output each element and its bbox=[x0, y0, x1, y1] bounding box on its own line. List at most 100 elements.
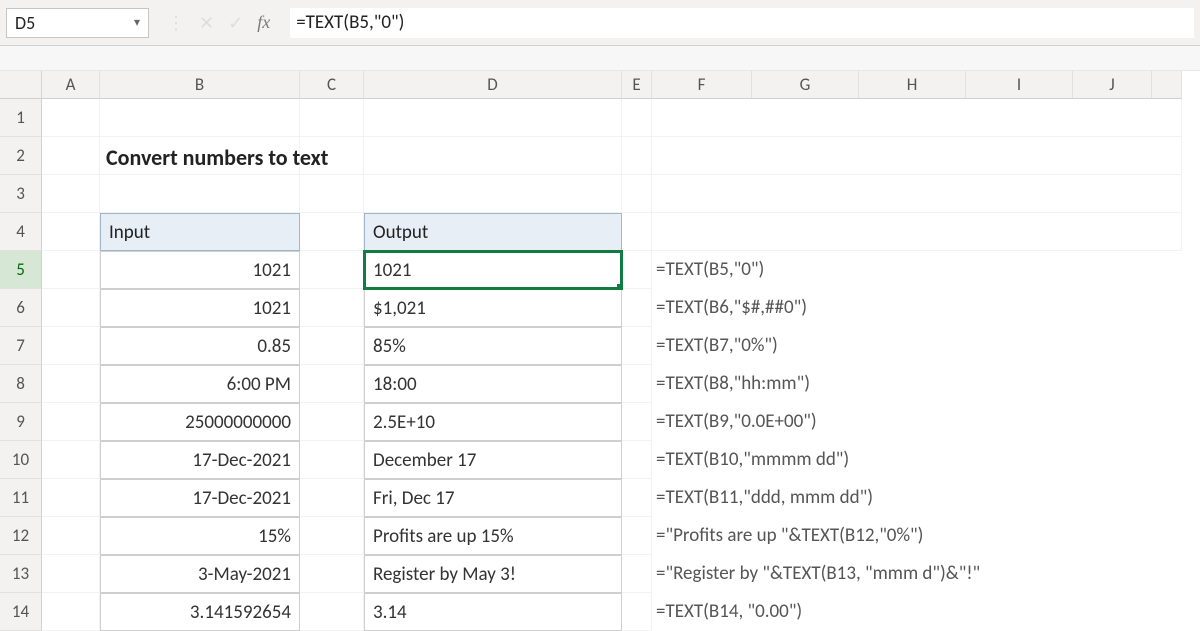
cancel-icon[interactable]: ✕ bbox=[199, 12, 214, 34]
cell[interactable] bbox=[42, 555, 100, 593]
cell[interactable] bbox=[622, 593, 652, 631]
table-cell-output[interactable]: Profits are up 15% bbox=[364, 517, 622, 555]
cell[interactable] bbox=[300, 593, 364, 631]
col-header[interactable]: I bbox=[966, 71, 1073, 98]
cell[interactable] bbox=[364, 137, 622, 175]
table-cell-input[interactable]: 25000000000 bbox=[100, 403, 300, 441]
cell[interactable] bbox=[300, 555, 364, 593]
cell[interactable] bbox=[622, 555, 652, 593]
chevron-down-icon[interactable]: ▾ bbox=[134, 15, 140, 30]
row-header[interactable]: 4 bbox=[0, 213, 42, 251]
cell[interactable] bbox=[364, 99, 622, 137]
row-header[interactable]: 7 bbox=[0, 327, 42, 365]
cell[interactable] bbox=[300, 99, 364, 137]
formula-text[interactable]: =TEXT(B10,"mmmm dd") bbox=[652, 441, 1182, 479]
cell[interactable] bbox=[300, 327, 364, 365]
col-header[interactable]: G bbox=[752, 71, 859, 98]
cell[interactable] bbox=[652, 99, 1182, 137]
table-cell-input[interactable]: 1021 bbox=[100, 289, 300, 327]
row-header[interactable]: 6 bbox=[0, 289, 42, 327]
cell[interactable] bbox=[300, 251, 364, 289]
cell[interactable] bbox=[622, 327, 652, 365]
formula-input[interactable] bbox=[290, 8, 1194, 38]
table-cell-output[interactable]: Fri, Dec 17 bbox=[364, 479, 622, 517]
cell[interactable] bbox=[100, 99, 300, 137]
table-cell-output[interactable]: Register by May 3! bbox=[364, 555, 622, 593]
cell[interactable] bbox=[300, 403, 364, 441]
cell[interactable] bbox=[652, 175, 1182, 213]
cell[interactable] bbox=[42, 593, 100, 631]
table-cell-input[interactable]: 3.141592654 bbox=[100, 593, 300, 631]
table-cell-input[interactable]: 15% bbox=[100, 517, 300, 555]
row-header[interactable]: 14 bbox=[0, 593, 42, 631]
table-cell-input[interactable]: 17-Dec-2021 bbox=[100, 479, 300, 517]
formula-text[interactable]: ="Profits are up "&TEXT(B12,"0%") bbox=[652, 517, 1182, 555]
row-header[interactable]: 2 bbox=[0, 137, 42, 175]
cell[interactable] bbox=[42, 137, 100, 175]
col-header[interactable]: B bbox=[100, 71, 300, 99]
cell[interactable] bbox=[622, 289, 652, 327]
table-cell-output[interactable]: 3.14 bbox=[364, 593, 622, 631]
cell[interactable] bbox=[300, 289, 364, 327]
cell[interactable] bbox=[622, 403, 652, 441]
cell[interactable] bbox=[652, 213, 1182, 251]
col-header[interactable]: D bbox=[364, 71, 622, 99]
enter-icon[interactable]: ✓ bbox=[228, 12, 243, 34]
cell[interactable] bbox=[100, 175, 300, 213]
cell[interactable] bbox=[42, 479, 100, 517]
formula-text[interactable]: =TEXT(B14, "0.00") bbox=[652, 593, 1182, 631]
table-header-output[interactable]: Output bbox=[364, 213, 622, 251]
cell[interactable] bbox=[42, 251, 100, 289]
cell[interactable] bbox=[42, 517, 100, 555]
formula-text[interactable]: ="Register by "&TEXT(B13, "mmm d")&"!" bbox=[652, 555, 1182, 593]
col-header[interactable]: J bbox=[1073, 71, 1152, 98]
cell[interactable] bbox=[42, 327, 100, 365]
formula-text[interactable]: =TEXT(B9,"0.0E+00") bbox=[652, 403, 1182, 441]
cell[interactable] bbox=[622, 213, 652, 251]
cell[interactable] bbox=[622, 251, 652, 289]
table-cell-output[interactable]: 2.5E+10 bbox=[364, 403, 622, 441]
col-header[interactable]: A bbox=[42, 71, 100, 99]
cell[interactable] bbox=[622, 441, 652, 479]
page-title[interactable]: Convert numbers to text bbox=[100, 137, 300, 175]
row-header[interactable]: 1 bbox=[0, 99, 42, 137]
cell[interactable] bbox=[300, 175, 364, 213]
table-cell-output[interactable]: 1021 bbox=[364, 251, 622, 289]
table-cell-input[interactable]: 3-May-2021 bbox=[100, 555, 300, 593]
table-cell-input[interactable]: 0.85 bbox=[100, 327, 300, 365]
formula-text[interactable]: =TEXT(B11,"ddd, mmm dd") bbox=[652, 479, 1182, 517]
table-cell-input[interactable]: 1021 bbox=[100, 251, 300, 289]
cell[interactable] bbox=[42, 99, 100, 137]
table-cell-input[interactable]: 6:00 PM bbox=[100, 365, 300, 403]
formula-text[interactable]: =TEXT(B5,"0") bbox=[652, 251, 1182, 289]
cell[interactable] bbox=[300, 213, 364, 251]
formula-text[interactable]: =TEXT(B7,"0%") bbox=[652, 327, 1182, 365]
cell[interactable] bbox=[300, 479, 364, 517]
col-header[interactable]: C bbox=[300, 71, 364, 99]
select-all-corner[interactable] bbox=[0, 71, 42, 99]
cell[interactable] bbox=[622, 479, 652, 517]
row-header[interactable]: 12 bbox=[0, 517, 42, 555]
row-header[interactable]: 13 bbox=[0, 555, 42, 593]
cell[interactable] bbox=[300, 365, 364, 403]
row-header[interactable]: 8 bbox=[0, 365, 42, 403]
cell[interactable] bbox=[42, 365, 100, 403]
cell[interactable] bbox=[42, 289, 100, 327]
name-box[interactable]: D5 ▾ bbox=[6, 8, 149, 38]
table-header-input[interactable]: Input bbox=[100, 213, 300, 251]
table-cell-output[interactable]: 18:00 bbox=[364, 365, 622, 403]
cell[interactable] bbox=[622, 137, 652, 175]
cell[interactable] bbox=[364, 175, 622, 213]
cell[interactable] bbox=[622, 365, 652, 403]
col-header-e[interactable]: E bbox=[622, 71, 652, 99]
col-header[interactable]: F bbox=[652, 71, 752, 98]
cell[interactable] bbox=[42, 213, 100, 251]
row-header[interactable]: 9 bbox=[0, 403, 42, 441]
cell[interactable] bbox=[42, 403, 100, 441]
formula-text[interactable]: =TEXT(B8,"hh:mm") bbox=[652, 365, 1182, 403]
table-cell-output[interactable]: $1,021 bbox=[364, 289, 622, 327]
cell[interactable] bbox=[622, 175, 652, 213]
cell[interactable] bbox=[42, 441, 100, 479]
table-cell-output[interactable]: 85% bbox=[364, 327, 622, 365]
cell[interactable] bbox=[300, 517, 364, 555]
